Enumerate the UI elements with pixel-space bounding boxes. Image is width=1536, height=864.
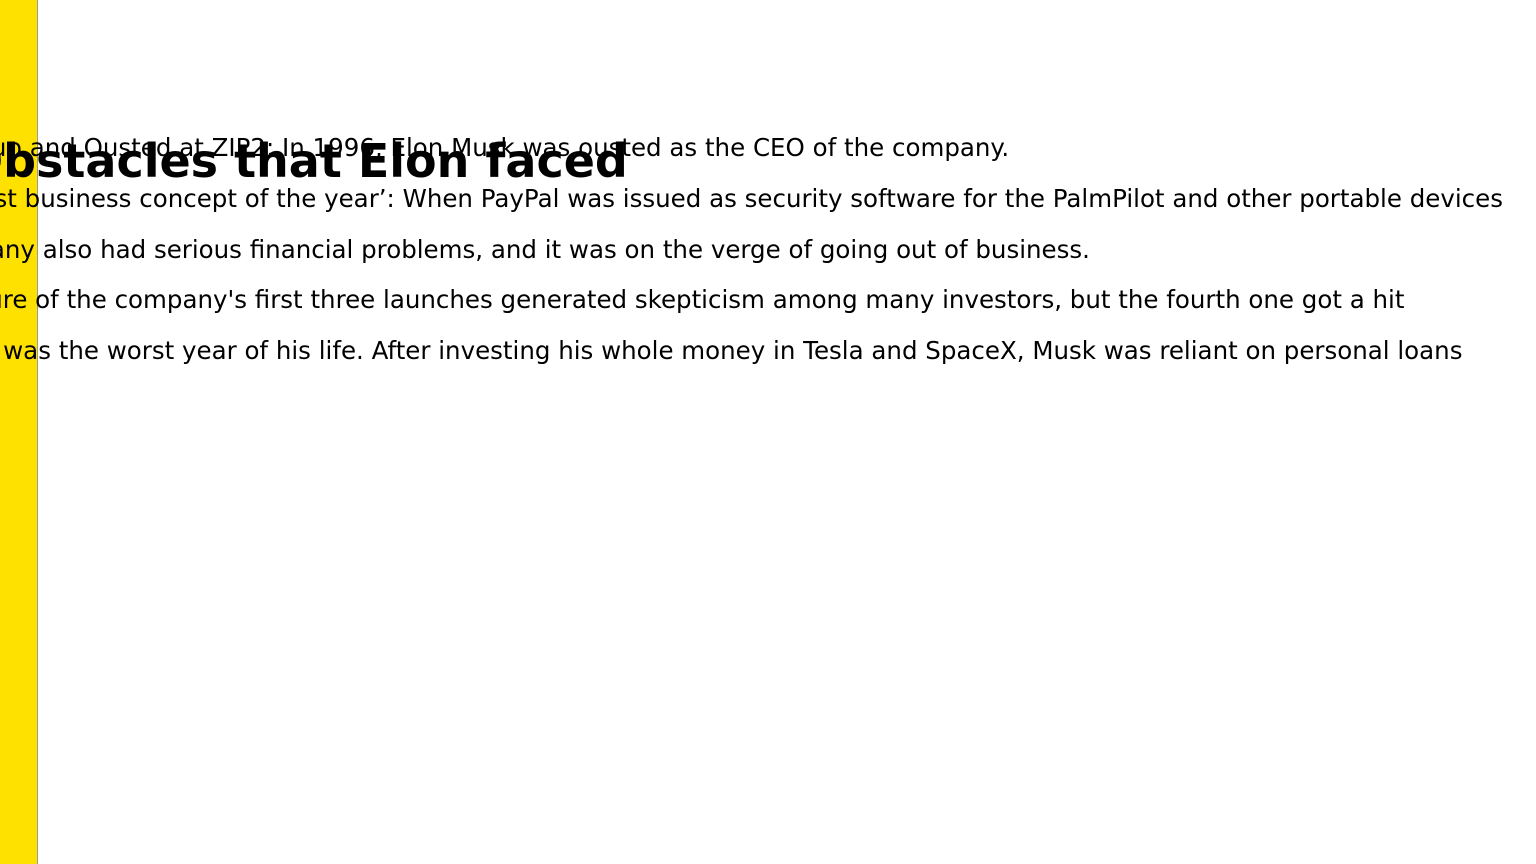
bullet-line-2008: 2008 was the worst year of his life. Aft…	[0, 336, 1463, 365]
slide: Obstacles that Elon faced Startup and Ou…	[0, 0, 1536, 864]
bullet-line-paypal: first business concept of the year’: Whe…	[0, 184, 1503, 213]
accent-bar	[0, 0, 38, 864]
bullet-line-financial-problems: company also had serious financial probl…	[0, 235, 1090, 264]
bullet-line-launch-failures: failure of the company's first three lau…	[0, 285, 1405, 314]
bullet-line-zip2: Startup and Ousted at ZIP2: In 1996, Elo…	[0, 133, 1010, 162]
